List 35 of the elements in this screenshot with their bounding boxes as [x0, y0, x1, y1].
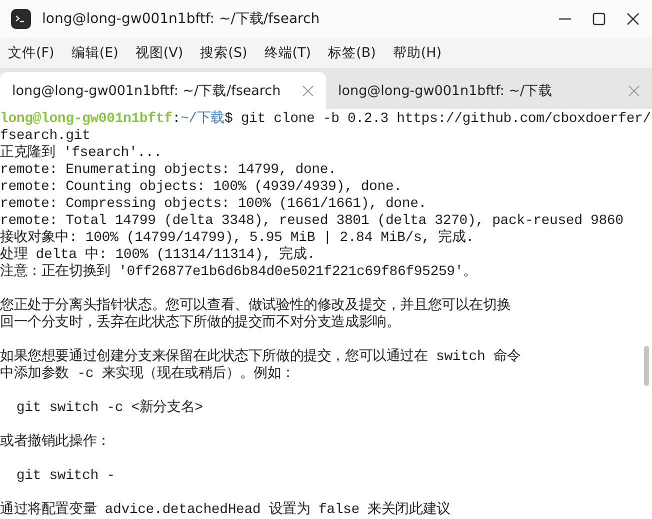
- menu-item[interactable]: 标签(B): [328, 44, 376, 62]
- menu-item[interactable]: 编辑(E): [71, 44, 118, 62]
- window-title: long@long-gw001n1bftf: ~/下载/fsearch: [42, 10, 321, 28]
- output-line: 正克隆到 'fsearch'...: [0, 145, 162, 161]
- output-line: 通过将配置变量 advice.detachedHead 设置为 false 来关闭此建议: [0, 502, 450, 518]
- output-line: fsearch.git: [0, 128, 90, 144]
- output-line: 处理 delta 中: 100% (11314/11314), 完成.: [0, 247, 316, 263]
- output-line: remote: Counting objects: 100% (4939/4939), done.: [0, 179, 402, 195]
- menu-item[interactable]: 文件(F): [8, 44, 54, 62]
- output-line: remote: Compressing objects: 100% (1661/1661), done.: [0, 196, 426, 212]
- terminal-tab[interactable]: long@long-gw001n1bftf: ~/下载: [326, 72, 652, 109]
- menu-item[interactable]: 终端(T): [264, 44, 312, 62]
- output-line: 中添加参数 -c 来实现（现在或稍后）。例如：: [0, 366, 296, 382]
- menu-item[interactable]: 搜索(S): [200, 44, 248, 62]
- output-line: git switch -c <新分支名>: [15, 400, 203, 416]
- menu-item[interactable]: 视图(V): [135, 44, 184, 62]
- output-line: remote: Enumerating objects: 14799, done.: [0, 162, 336, 178]
- terminal-icon: [10, 8, 32, 30]
- terminal-tab[interactable]: long@long-gw001n1bftf: ~/下载/fsearch: [0, 72, 326, 109]
- output-line: 回一个分支时，丢弃在此状态下所做的提交而不对分支造成影响。: [0, 315, 400, 331]
- scrollbar-thumb[interactable]: [644, 346, 649, 386]
- output-line: 接收对象中: 100% (14799/14799), 5.95 MiB | 2.84 MiB/s, 完成.: [0, 230, 474, 246]
- command-text: $ git clone -b 0.2.3 https://github.com/cboxdoerfer/: [224, 111, 651, 127]
- close-icon[interactable]: [626, 12, 640, 26]
- output-line: 注意：正在切换到 '0ff26877e1b6d6b84d0e5021f221c69f86f95259'。: [0, 264, 477, 280]
- output-line: 或者撤销此操作：: [0, 434, 110, 450]
- menu-item[interactable]: 帮助(H): [392, 44, 442, 62]
- prompt-user: long@long-gw001n1bftf: [0, 111, 172, 127]
- output-line: 如果您想要通过创建分支来保留在此状态下所做的提交，您可以通过在 switch 命令: [0, 349, 522, 365]
- output-line: remote: Total 14799 (delta 3348), reused 3801 (delta 3270), pack-reused 9860: [0, 213, 624, 229]
- prompt-path: ~/下载: [180, 111, 224, 127]
- output-line: git switch -: [15, 468, 115, 484]
- prompt-separator: :: [172, 111, 180, 127]
- maximize-icon[interactable]: [592, 12, 606, 26]
- output-line: 您正处于分离头指针状态。您可以查看、做试验性的修改及提交，并且您可以在切换: [0, 298, 511, 314]
